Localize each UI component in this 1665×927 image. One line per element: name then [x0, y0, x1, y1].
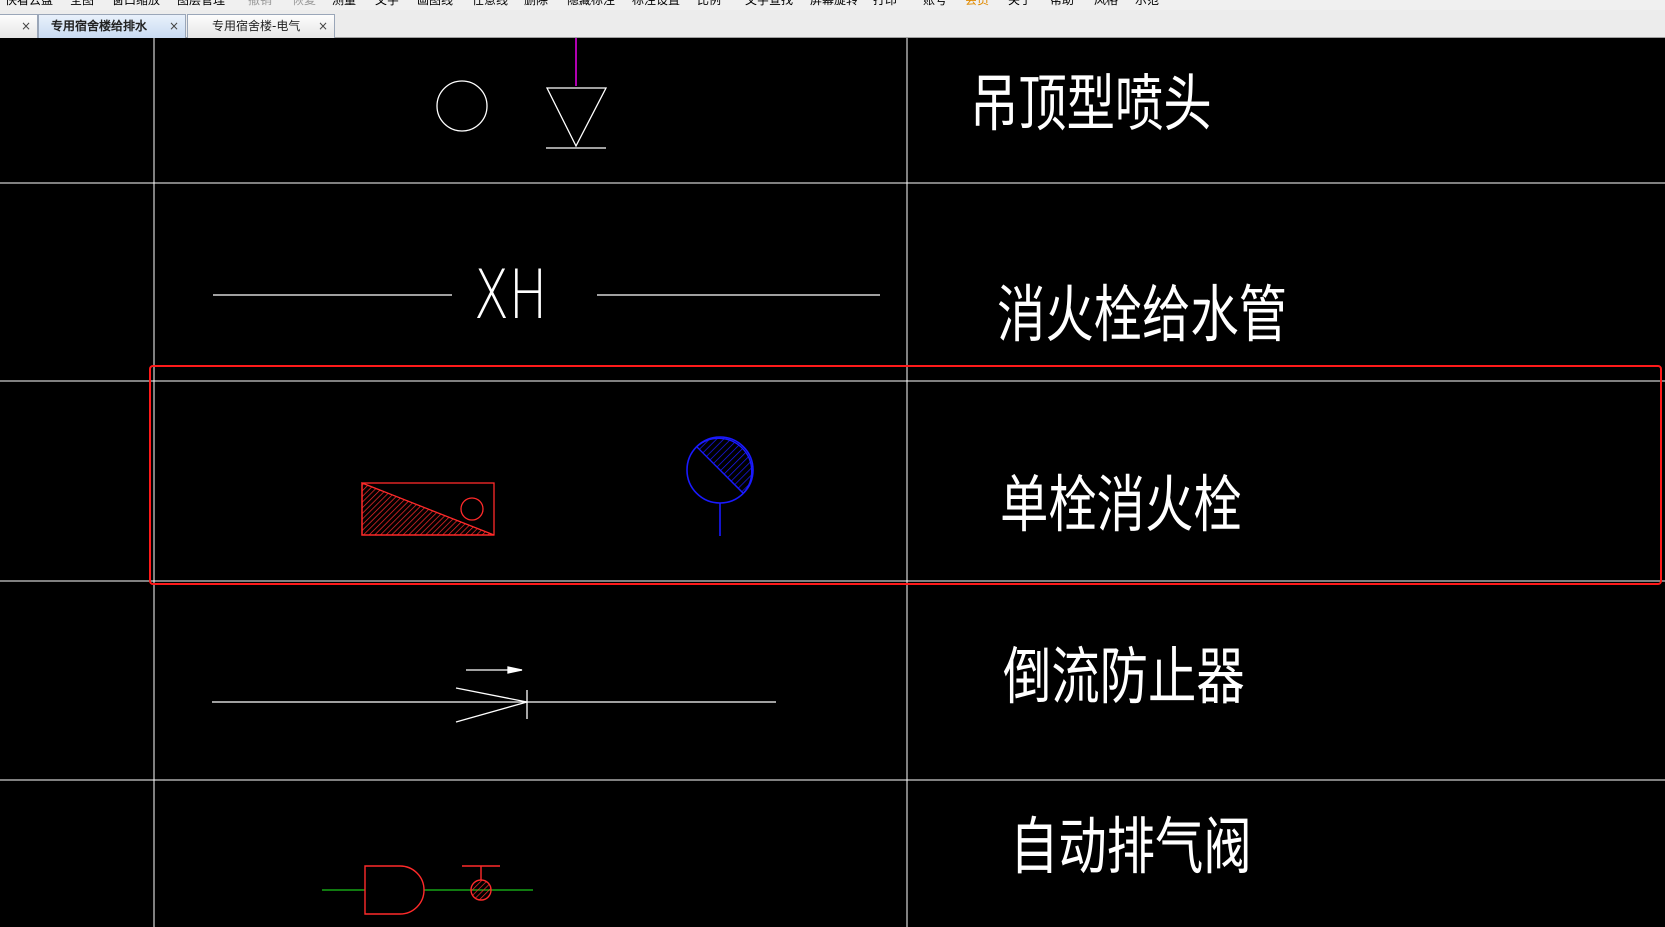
tab-electrical[interactable]: 专用宿舍楼-电气 ×: [187, 14, 335, 38]
tab-close-icon[interactable]: ×: [169, 15, 179, 37]
tab-label: 专用宿舍楼-电气: [212, 19, 301, 33]
menu-item[interactable]: 关于: [1008, 0, 1032, 8]
menu-item[interactable]: 隐藏标注: [567, 0, 615, 8]
desc-hydrant-pipe: 消火栓给水管: [997, 279, 1287, 351]
desc-backflow-preventer: 倒流防止器: [1003, 641, 1245, 713]
hydrant-valve-circle: [460, 497, 484, 521]
tab-close-icon[interactable]: ×: [318, 15, 328, 37]
hydrant-pipe-symbol: XH: [213, 256, 880, 335]
single-hydrant-symbol: [361, 436, 754, 536]
menu-item[interactable]: 示范: [1135, 0, 1159, 8]
selection-highlight-box: [149, 365, 1662, 585]
sprinkler-head-triangle: [545, 87, 608, 148]
backflow-preventer-symbol: [212, 666, 776, 723]
tab-water-supply-drainage[interactable]: 专用宿舍楼给排水 ×: [38, 14, 186, 38]
menu-item[interactable]: 恢复: [292, 0, 316, 8]
air-valve-ball: [470, 879, 492, 901]
ceiling-sprinkler-symbol: [436, 38, 608, 149]
backflow-wedge: [455, 687, 528, 723]
desc-single-hydrant: 单栓消火栓: [1000, 469, 1242, 541]
sprinkler-plan-circle: [436, 80, 488, 132]
menu-item[interactable]: 打印: [873, 0, 897, 8]
desc-ceiling-sprinkler: 吊顶型喷头: [970, 68, 1212, 140]
legend-descriptions: 吊顶型喷头 消火栓给水管 单栓消火栓 倒流防止器 自动排气阀: [970, 68, 1287, 883]
pipe-xh-label: XH: [474, 256, 547, 335]
tab-hidden-left[interactable]: ×: [0, 14, 38, 38]
tab-close-icon[interactable]: ×: [21, 15, 31, 37]
menu-item[interactable]: 撤销: [248, 0, 272, 8]
menu-item[interactable]: 画图线: [417, 0, 453, 8]
menu-item[interactable]: 风格: [1094, 0, 1118, 8]
menu-item[interactable]: 删除: [524, 0, 548, 8]
menu-item[interactable]: 图层管理: [177, 0, 225, 8]
menu-bar: 快看云盘 全图 窗口缩放 图层管理 撤销 恢复 测量 文字 画图线 任意线 删除 隐藏标注 标注设置 比例…: [0, 0, 1665, 10]
auto-air-valve-symbol: [322, 865, 533, 915]
desc-auto-air-valve: 自动排气阀: [1010, 811, 1252, 883]
air-valve-body: [364, 865, 425, 915]
cad-drawing-canvas[interactable]: XH 吊顶型喷头 消火栓给水管 单栓消火栓 倒流防止器 自动排气阀: [0, 38, 1665, 927]
menu-item[interactable]: 标注设置: [632, 0, 680, 8]
menu-item[interactable]: 屏幕旋转: [810, 0, 858, 8]
menu-item[interactable]: 文字: [375, 0, 399, 8]
menu-item[interactable]: 窗口缩放: [112, 0, 160, 8]
menu-item[interactable]: 文字查找: [745, 0, 793, 8]
menu-item[interactable]: 比例: [697, 0, 721, 8]
menu-item[interactable]: 测量: [332, 0, 356, 8]
hydrant-box-hatch: [361, 482, 495, 536]
menu-item[interactable]: 任意线: [472, 0, 508, 8]
backflow-arrow-head: [507, 666, 523, 674]
document-tab-bar: × 专用宿舍楼给排水 × 专用宿舍楼-电气 ×: [0, 10, 1665, 38]
menu-item[interactable]: 帮助: [1050, 0, 1074, 8]
tab-label: 专用宿舍楼给排水: [51, 19, 148, 33]
menu-item[interactable]: 全图: [70, 0, 94, 8]
menu-item[interactable]: 账号: [923, 0, 947, 8]
menu-item[interactable]: 快看云盘: [5, 0, 53, 8]
menu-item[interactable]: 会员: [965, 0, 989, 8]
legend-table-grid: [0, 38, 1665, 927]
